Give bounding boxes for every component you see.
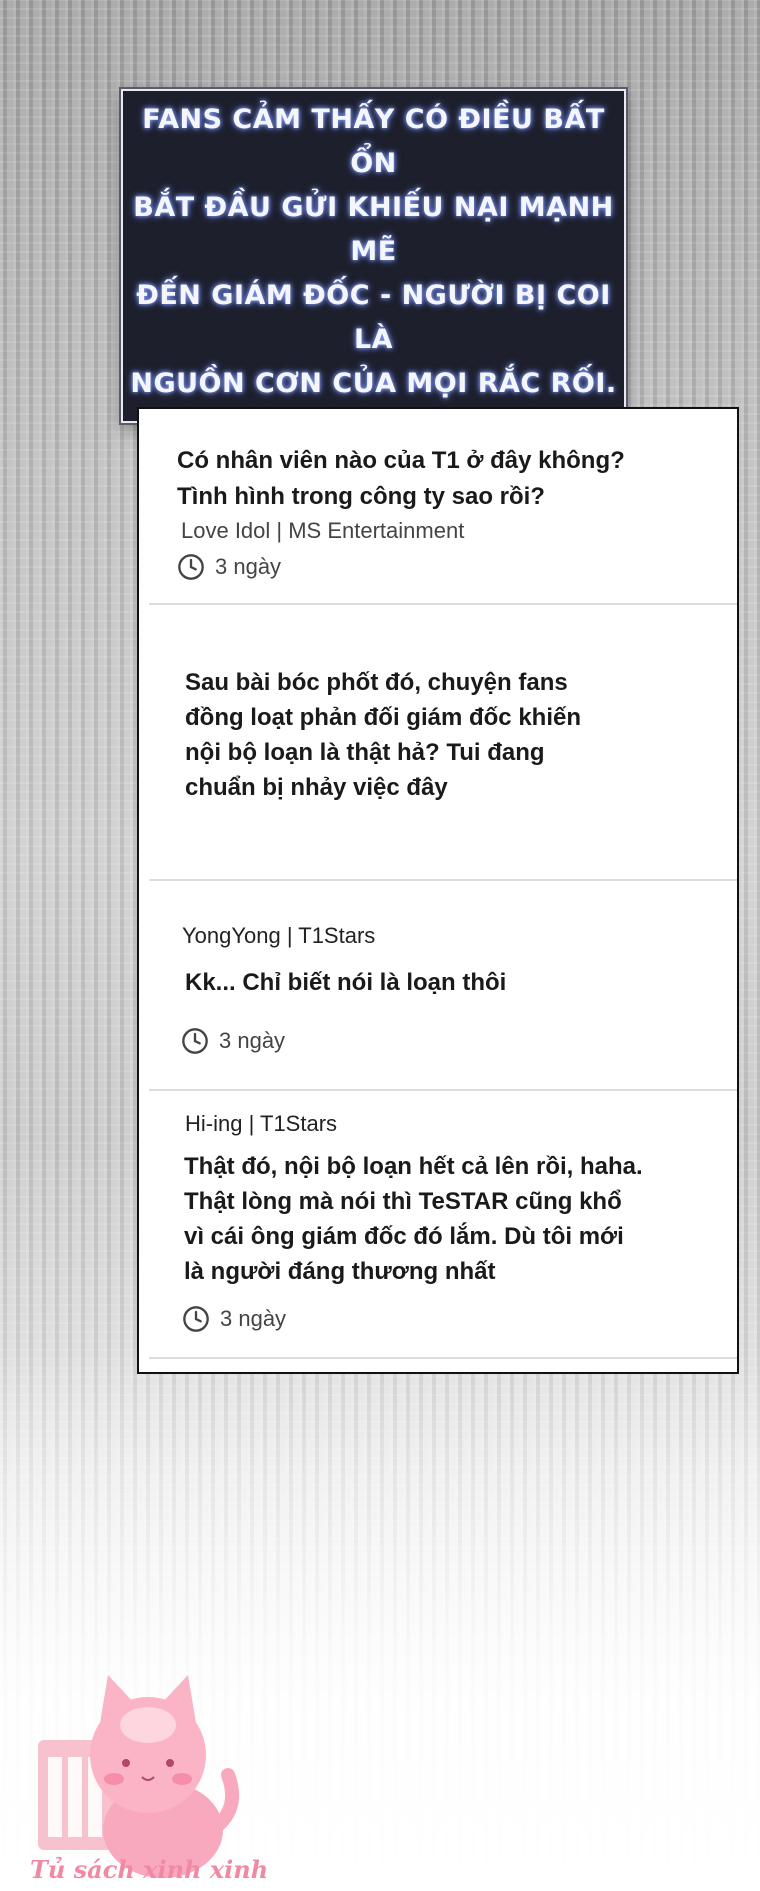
comment-line: Kk... Chỉ biết nói là loạn thôi (185, 969, 507, 996)
forum-post-question[interactable]: Có nhân viên nào của T1 ở đây không? Tìn… (139, 409, 737, 605)
comment-body: Sau bài bóc phốt đó, chuyện fans đồng lo… (185, 665, 581, 805)
post-title-line: Tình hình trong công ty sao rồi? (177, 483, 545, 510)
comment-line: vì cái ông giám đốc đó lắm. Dù tôi mới (184, 1223, 624, 1250)
post-divider (149, 1357, 737, 1359)
clock-icon (183, 1306, 209, 1332)
forum-post-comment[interactable]: Sau bài bóc phốt đó, chuyện fans đồng lo… (139, 605, 737, 891)
narration-line: đến giám đốc - người bị coi là (136, 280, 611, 355)
narration-line: bắt đầu gửi khiếu nại mạnh mẽ (133, 192, 614, 267)
comment-body: Thật đó, nội bộ loạn hết cả lên rồi, hah… (184, 1149, 643, 1289)
clock-icon (182, 1028, 208, 1054)
comment-line: nội bộ loạn là thật hả? Tui đang (185, 739, 545, 766)
post-time-label: 3 ngày (215, 554, 282, 579)
comment-line: đồng loạt phản đối giám đốc khiến (185, 704, 581, 731)
comment-time-label: 3 ngày (219, 1028, 286, 1053)
narration-line: Fans cảm thấy có điều bất ổn (142, 104, 605, 179)
comment-time: 3 ngày (182, 1305, 286, 1333)
comment-time-label: 3 ngày (220, 1306, 287, 1331)
comment-line: Sau bài bóc phốt đó, chuyện fans (185, 669, 568, 696)
forum-panel: Có nhân viên nào của T1 ở đây không? Tìn… (137, 407, 739, 1374)
comment-line: chuẩn bị nhảy việc đây (185, 774, 448, 801)
forum-post-comment[interactable]: Hi-ing | T1Stars Thật đó, nội bộ loạn hế… (139, 1091, 737, 1374)
post-time: 3 ngày (177, 553, 281, 581)
comment-author: YongYong | T1Stars (182, 923, 376, 948)
comment-line: là người đáng thương nhất (184, 1258, 496, 1285)
comment-line: Thật lòng mà nói thì TeSTAR cũng khổ (184, 1188, 622, 1215)
forum-post-comment[interactable]: YongYong | T1Stars Kk... Chỉ biết nói là… (139, 881, 737, 1091)
comment-body: Kk... Chỉ biết nói là loạn thôi (185, 965, 506, 1000)
watermark-text: Tủ sách xinh xinh (30, 1855, 269, 1884)
narration-text: Fans cảm thấy có điều bất ổn bắt đầu gửi… (123, 98, 624, 406)
post-author: Love Idol | MS Entertainment (181, 518, 465, 543)
comment-time: 3 ngày (181, 1027, 285, 1055)
narration-box: Fans cảm thấy có điều bất ổn bắt đầu gửi… (121, 89, 626, 423)
comment-line: Thật đó, nội bộ loạn hết cả lên rồi, hah… (184, 1153, 643, 1180)
clock-icon (178, 554, 204, 580)
post-title: Có nhân viên nào của T1 ở đây không? Tìn… (177, 443, 625, 515)
narration-line: nguồn cơn của mọi rắc rối. (130, 368, 617, 399)
post-title-line: Có nhân viên nào của T1 ở đây không? (177, 447, 625, 474)
comment-author: Hi-ing | T1Stars (185, 1111, 338, 1136)
